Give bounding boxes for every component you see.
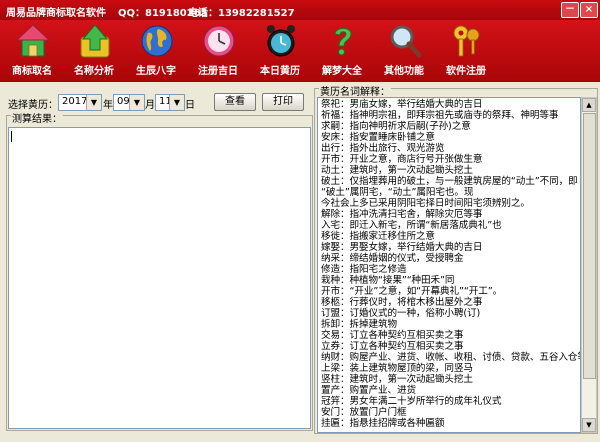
scroll-up-icon[interactable]: ▲ bbox=[582, 98, 596, 112]
scroll-thumb[interactable] bbox=[583, 113, 596, 379]
toolbar-button-brand-naming[interactable]: 商标取名 bbox=[2, 20, 62, 82]
glossary-legend: 黄历名词解释： bbox=[319, 83, 391, 98]
glossary-panel: 黄历名词解释： 祭祀：男庙女嫁，举行结婚大典的吉日 祈福：指神明宗祖，即拜宗祖先或… bbox=[314, 83, 598, 434]
app-window: 周易品牌商标取名软件 QQ：819180265 电话：13982281527 －… bbox=[0, 0, 600, 442]
result-textarea[interactable] bbox=[8, 127, 311, 429]
glossary-line: 订盟：订婚仪式的一种，俗称小聘(订) bbox=[321, 308, 481, 319]
toolbar-button-name-analysis[interactable]: 名称分析 bbox=[64, 20, 124, 82]
phone-contact: 电话：13982281527 bbox=[188, 8, 295, 19]
toolbar-button-software-register[interactable]: 软件注册 bbox=[436, 20, 496, 82]
glossary-line: 嫁娶：男娶女嫁，举行结婚大典的吉日 bbox=[321, 242, 483, 253]
chevron-down-icon: ▼ bbox=[169, 95, 184, 110]
glossary-line: 开市：开业之意，商店行号开张做生意 bbox=[321, 154, 483, 165]
question-icon bbox=[334, 27, 352, 56]
year-unit: 年 bbox=[103, 100, 113, 111]
year-value: 2017 bbox=[62, 96, 88, 107]
result-legend: 测算结果： bbox=[11, 114, 63, 125]
glossary-line: 动土：建筑时，第一次动起锄头挖土 bbox=[321, 165, 473, 176]
text-caret bbox=[11, 131, 12, 142]
glossary-line: 挂匾：指悬挂招牌或各种匾额 bbox=[321, 418, 445, 429]
year-select[interactable]: 2017 ▼ bbox=[58, 94, 102, 111]
main-toolbar: 商标取名 名称分析 生辰八字 注册吉日 本日黄历 解梦大全 其他功能 软件注册 bbox=[0, 20, 600, 82]
glossary-line: 破土：仅指埋葬用的破土，与一般建筑房屋的“动土”不同，即 bbox=[321, 176, 578, 187]
glossary-line: 立券：订立各种契约互相买卖之事 bbox=[321, 341, 464, 352]
glossary-line: 祭祀：男庙女嫁，举行结婚大典的吉日 bbox=[321, 99, 483, 110]
upload-arrow-icon bbox=[80, 24, 110, 58]
globe-icon bbox=[141, 25, 173, 57]
glossary-line: 入宅：即迁入新宅，所谓“新居落成典礼”也 bbox=[321, 220, 502, 231]
glossary-line: 冠笄：男女年满二十岁所举行的成年礼仪式 bbox=[321, 396, 502, 407]
magnifier-icon bbox=[390, 25, 422, 58]
keys-icon bbox=[453, 25, 480, 57]
glossary-line: 栽种：种植物“接果”“种田禾”同 bbox=[321, 275, 455, 286]
toolbar-button-birth-bazi[interactable]: 生辰八字 bbox=[126, 20, 186, 82]
close-button[interactable]: × bbox=[580, 2, 598, 18]
view-button[interactable]: 查看 bbox=[214, 93, 256, 111]
glossary-line: “破土”属阴宅，“动土”属阳宅也。现 bbox=[321, 187, 474, 198]
glossary-line: 置产：购置产业、进货 bbox=[321, 385, 416, 396]
app-title: 周易品牌商标取名软件 bbox=[6, 8, 106, 19]
alarm-clock-icon bbox=[267, 25, 295, 57]
title-bar: 周易品牌商标取名软件 QQ：819180265 电话：13982281527 －… bbox=[0, 0, 600, 20]
toolbar-label: 软件注册 bbox=[446, 66, 486, 77]
month-value: 09 bbox=[117, 96, 130, 107]
glossary-line: 纳财：购屋产业、进货、收帐、收租、讨债、贷款、五谷入仓等 bbox=[321, 352, 581, 363]
select-almanac-label: 选择黄历： bbox=[8, 100, 58, 111]
almanac-query-panel: 选择黄历： 2017 ▼ 年 09 ▼ 月 11 ▼ 日 查看 打印 测算结果： bbox=[6, 88, 313, 431]
glossary-line: 出行：指外出旅行、观光游览 bbox=[321, 143, 445, 154]
house-icon bbox=[16, 24, 50, 57]
glossary-scrollbar[interactable]: ▲ ▼ bbox=[581, 97, 597, 433]
chevron-down-icon: ▼ bbox=[86, 95, 101, 110]
month-select[interactable]: 09 ▼ bbox=[113, 94, 145, 111]
minimize-button[interactable]: － bbox=[561, 2, 579, 18]
month-unit: 月 bbox=[145, 100, 155, 111]
glossary-line: 移徙：指搬家迁移住所之意 bbox=[321, 231, 435, 242]
glossary-line: 修造：指阳宅之修造 bbox=[321, 264, 407, 275]
glossary-line: 开市：“开业”之意，如“开幕典礼”“开工”。 bbox=[321, 286, 503, 297]
glossary-textarea[interactable]: 祭祀：男庙女嫁，举行结婚大典的吉日 祈福：指神明宗祖，即拜宗祖先或庙寺的祭拜、神明… bbox=[317, 97, 581, 433]
glossary-line: 求嗣：指向神明祈求后嗣(子孙)之意 bbox=[321, 121, 471, 132]
clock-icon bbox=[203, 25, 235, 57]
glossary-line: 今社会上多已采用阴阳宅择日时间阳宅须辨别之。 bbox=[321, 198, 530, 209]
result-groupbox: 测算结果： bbox=[6, 115, 313, 431]
scroll-down-icon[interactable]: ▼ bbox=[582, 418, 596, 432]
toolbar-button-dream-interpretation[interactable]: 解梦大全 bbox=[312, 20, 372, 82]
glossary-line: 上梁：装上建筑物屋顶的梁，同竖马 bbox=[321, 363, 473, 374]
glossary-line: 移柩：行葬仪时，将棺木移出屋外之事 bbox=[321, 297, 483, 308]
chevron-down-icon: ▼ bbox=[129, 95, 144, 110]
glossary-line: 祈福：指神明宗祖，即拜宗祖先或庙寺的祭拜、神明等事 bbox=[321, 110, 559, 121]
glossary-line: 拆卸：拆掉建筑物 bbox=[321, 319, 397, 330]
glossary-line: 纳采：缔结婚姻的仪式，受授聘金 bbox=[321, 253, 464, 264]
glossary-line: 安床：指安置睡床卧铺之意 bbox=[321, 132, 435, 143]
glossary-line: 交易：订立各种契约互相买卖之事 bbox=[321, 330, 464, 341]
toolbar-button-register-date[interactable]: 注册吉日 bbox=[188, 20, 248, 82]
toolbar-button-other-functions[interactable]: 其他功能 bbox=[374, 20, 434, 82]
date-selector-row: 选择黄历： 2017 ▼ 年 09 ▼ 月 11 ▼ 日 查看 打印 bbox=[6, 92, 312, 112]
glossary-line: 安门：放置门户门框 bbox=[321, 407, 407, 418]
glossary-line: 解除：指冲洗清扫宅舍，解除灾厄等事 bbox=[321, 209, 483, 220]
print-button[interactable]: 打印 bbox=[262, 93, 304, 111]
day-unit: 日 bbox=[185, 100, 195, 111]
toolbar-button-today-almanac[interactable]: 本日黄历 bbox=[250, 20, 310, 82]
glossary-line: 竖柱：建筑时，第一次动起锄头挖土 bbox=[321, 374, 473, 385]
day-select[interactable]: 11 ▼ bbox=[155, 94, 185, 111]
